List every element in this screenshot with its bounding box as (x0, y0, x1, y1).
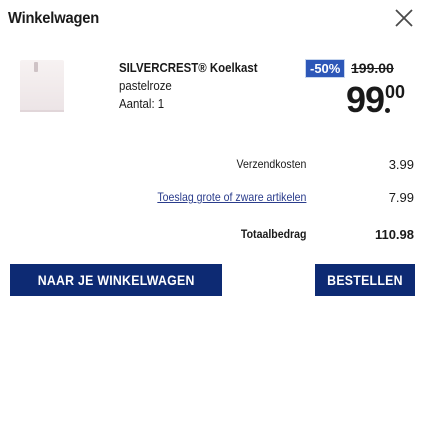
new-price: 9900 (346, 80, 405, 120)
product-name[interactable]: SILVERCREST® Koelkast (119, 59, 269, 77)
product-quantity: Aantal: 1 (119, 96, 165, 111)
total-value: 110.98 (374, 227, 414, 242)
price-dot (385, 108, 390, 113)
shipping-label: Verzendkosten (236, 157, 306, 171)
new-price-whole: 99 (346, 79, 385, 120)
surcharge-row: Toeslag grote of zware artikelen 7.99 (0, 190, 430, 210)
cart-title: Winkelwagen (8, 10, 100, 27)
total-row: Totaalbedrag 110.98 (0, 227, 430, 247)
shipping-value: 3.99 (388, 157, 414, 172)
product-variant: pastelroze (119, 78, 172, 93)
product-image[interactable] (20, 60, 64, 112)
product-details: SILVERCREST® Koelkast pastelroze Aantal:… (119, 59, 269, 113)
close-icon (395, 9, 413, 27)
order-button[interactable]: BESTELLEN (315, 264, 415, 296)
surcharge-value: 7.99 (388, 190, 414, 205)
go-to-cart-button[interactable]: NAAR JE WINKELWAGEN (10, 264, 222, 296)
go-to-cart-label: NAAR JE WINKELWAGEN (37, 272, 195, 288)
old-price: 199.00 (351, 60, 394, 76)
surcharge-link[interactable]: Toeslag grote of zware artikelen (157, 190, 306, 204)
close-button[interactable] (390, 4, 418, 32)
new-price-cents: 00 (385, 82, 406, 102)
order-label: BESTELLEN (327, 272, 403, 288)
total-label: Totaalbedrag (240, 227, 306, 241)
shipping-row: Verzendkosten 3.99 (0, 157, 430, 177)
discount-badge: -50% (305, 59, 346, 78)
